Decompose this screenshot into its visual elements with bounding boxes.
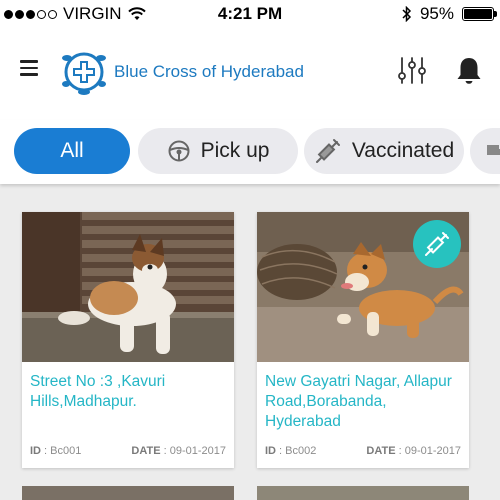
card-id: ID : Bc001 [30,445,82,457]
card-address: New Gayatri Nagar, Allapur Road,Boraband… [265,373,452,430]
notification-bell-icon[interactable] [456,56,482,86]
chip-label: All [60,139,84,162]
dog-photo [22,212,234,362]
card-date: DATE : 09-01-2017 [366,445,461,457]
battery-percent: 95% [419,4,454,23]
id-label: ID [265,445,276,457]
truck-icon [487,145,500,155]
id-value: Bc001 [50,445,82,457]
date-label: DATE [131,445,161,457]
date-value: 09-01-2017 [169,445,226,457]
blue-cross-logo-icon [62,52,106,95]
filter-chip-bar: All Pick up Vaccinated [0,120,500,184]
date-label: DATE [366,445,396,457]
rescue-card[interactable]: Street No :3 ,Kavuri Hills,Madhapur. ID … [22,212,234,468]
chip-label: Pick up [200,139,270,162]
app-header: Blue Cross of Hyderabad [0,28,500,120]
card-id: ID : Bc002 [265,445,317,457]
card-date: DATE : 09-01-2017 [131,445,226,457]
syringe-icon [425,232,449,256]
id-label: ID [30,445,41,457]
card-meta: ID : Bc002 DATE : 09-01-2017 [265,445,461,457]
status-right: 95% [402,4,497,24]
menu-icon[interactable] [20,60,38,80]
rescue-card[interactable]: New Gayatri Nagar, Allapur Road,Boraband… [257,212,469,468]
status-bar: VIRGIN 4:21 PM 95% [0,0,500,28]
id-value: Bc002 [285,445,317,457]
chip-all[interactable]: All [14,128,130,174]
sliders-filter-icon[interactable] [396,54,428,86]
next-card-preview[interactable] [22,486,234,500]
chip-label: Vaccinated [351,139,455,162]
bluetooth-icon [402,6,412,22]
steering-wheel-icon [168,140,190,162]
next-card-preview[interactable] [257,486,469,500]
battery-icon [462,7,497,21]
card-meta: ID : Bc001 DATE : 09-01-2017 [30,445,226,457]
syringe-icon [315,139,340,163]
chip-more[interactable] [470,128,500,174]
date-value: 09-01-2017 [404,445,461,457]
chip-vaccinated[interactable]: Vaccinated [304,128,464,174]
vaccinated-badge [413,220,461,268]
chip-pick-up[interactable]: Pick up [138,128,298,174]
app-title: Blue Cross of Hyderabad [114,62,304,81]
card-address: Street No :3 ,Kavuri Hills,Madhapur. [30,373,166,410]
